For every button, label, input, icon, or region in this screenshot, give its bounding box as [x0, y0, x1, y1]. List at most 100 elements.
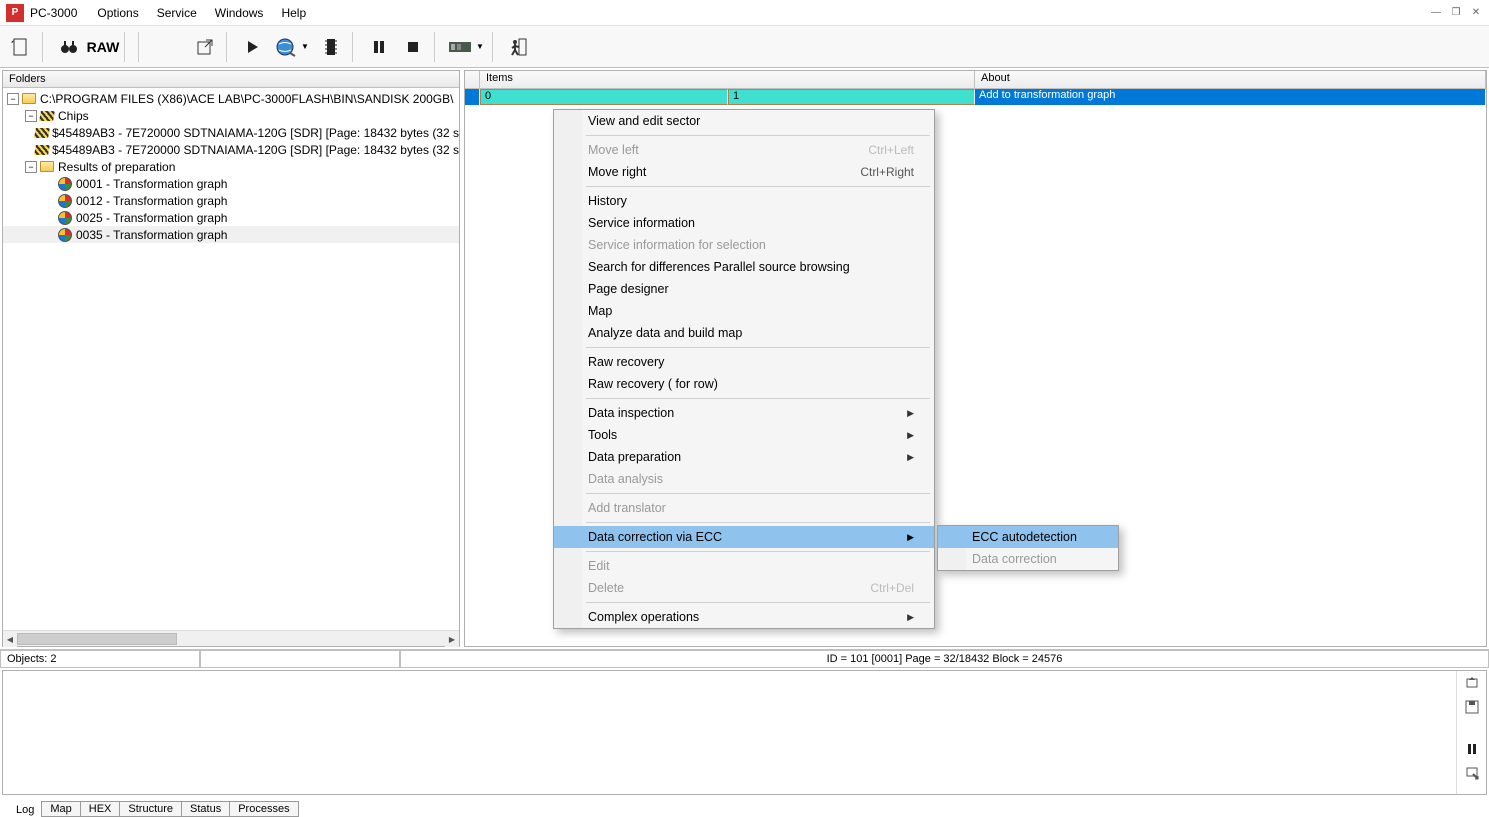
folder-open-icon: [39, 160, 55, 174]
ctx-edit[interactable]: Edit: [554, 555, 934, 577]
folders-header: Folders: [3, 71, 459, 88]
ctx-view-edit-sector[interactable]: View and edit sector: [554, 110, 934, 132]
ctx-map[interactable]: Map: [554, 300, 934, 322]
scroll-end-icon[interactable]: [1461, 763, 1483, 783]
tree-chip-item[interactable]: $45489AB3 - 7E720000 SDTNAIAMA-120G [SDR…: [3, 141, 459, 158]
chip-icon: [35, 143, 49, 157]
tree-chip-label: $45489AB3 - 7E720000 SDTNAIAMA-120G [SDR…: [52, 143, 459, 157]
ctx-data-correction-ecc[interactable]: Data correction via ECC▶: [554, 526, 934, 548]
app-icon: P: [6, 4, 24, 22]
tree-chips-label: Chips: [58, 109, 89, 123]
collapse-icon[interactable]: −: [7, 93, 19, 105]
tree-root[interactable]: − C:\PROGRAM FILES (X86)\ACE LAB\PC-3000…: [3, 90, 459, 107]
tree-result-item[interactable]: 0001 - Transformation graph: [3, 175, 459, 192]
tree-result-label: 0001 - Transformation graph: [76, 177, 227, 191]
ctx-data-preparation[interactable]: Data preparation▶: [554, 446, 934, 468]
row-gutter: [465, 89, 480, 105]
tree-result-label: 0012 - Transformation graph: [76, 194, 227, 208]
close-button[interactable]: ✕: [1467, 7, 1485, 18]
ctx-service-info-sel[interactable]: Service information for selection: [554, 234, 934, 256]
stop-icon[interactable]: [396, 30, 430, 64]
status-objects: Objects: 2: [0, 650, 200, 668]
graph-icon: [57, 194, 73, 208]
ctx-tools[interactable]: Tools▶: [554, 424, 934, 446]
raw-button[interactable]: RAW: [86, 30, 120, 64]
titlebar: P PC-3000 Options Service Windows Help —…: [0, 0, 1489, 26]
row-cell: 0: [480, 89, 728, 105]
pause-icon[interactable]: [362, 30, 396, 64]
copy-up-icon[interactable]: [1461, 673, 1483, 693]
grid-header-items[interactable]: Items: [480, 71, 975, 88]
toolbar: RAW ▼ ▼: [0, 26, 1489, 68]
graph-icon: [57, 228, 73, 242]
ctx-page-designer[interactable]: Page designer: [554, 278, 934, 300]
row-cell: 1: [728, 89, 975, 105]
ctx-complex-operations[interactable]: Complex operations▶: [554, 606, 934, 628]
tree-result-label: 0025 - Transformation graph: [76, 211, 227, 225]
save-icon[interactable]: [1461, 697, 1483, 717]
tree-results-label: Results of preparation: [58, 160, 175, 174]
submenu-ecc: ECC autodetection Data correction: [937, 525, 1119, 571]
bottom-tabs: Log Map HEX Structure Status Processes: [0, 797, 1489, 817]
ctx-move-right[interactable]: Move rightCtrl+Right: [554, 161, 934, 183]
scroll-thumb[interactable]: [17, 633, 177, 645]
tree-result-label: 0035 - Transformation graph: [76, 228, 227, 242]
ctx-data-analysis[interactable]: Data analysis: [554, 468, 934, 490]
folders-tree[interactable]: − C:\PROGRAM FILES (X86)\ACE LAB\PC-3000…: [3, 88, 459, 630]
ctx-raw-recovery-row[interactable]: Raw recovery ( for row): [554, 373, 934, 395]
restore-button[interactable]: ❐: [1447, 7, 1465, 18]
ctx-service-info[interactable]: Service information: [554, 212, 934, 234]
main-menu: Options Service Windows Help: [89, 2, 314, 24]
collapse-icon[interactable]: −: [25, 110, 37, 122]
window-controls: — ❐ ✕: [1427, 7, 1489, 18]
ctx-add-translator[interactable]: Add translator: [554, 497, 934, 519]
sub-data-correction[interactable]: Data correction: [938, 548, 1118, 570]
sub-ecc-autodetection[interactable]: ECC autodetection: [938, 526, 1118, 548]
horizontal-scrollbar[interactable]: ◀ ▶: [3, 630, 459, 646]
log-panel: [2, 670, 1487, 795]
globe-icon[interactable]: ▼: [270, 30, 314, 64]
context-menu: View and edit sector Move leftCtrl+Left …: [553, 109, 935, 629]
tree-result-item[interactable]: 0025 - Transformation graph: [3, 209, 459, 226]
tree-result-item[interactable]: 0012 - Transformation graph: [3, 192, 459, 209]
binoculars-icon[interactable]: [52, 30, 86, 64]
chip-icon[interactable]: [314, 30, 348, 64]
board-icon[interactable]: ▼: [444, 30, 488, 64]
ctx-data-inspection[interactable]: Data inspection▶: [554, 402, 934, 424]
tree-results[interactable]: − Results of preparation: [3, 158, 459, 175]
grid-header-gutter[interactable]: [465, 71, 480, 88]
tree-chip-label: $45489AB3 - 7E720000 SDTNAIAMA-120G [SDR…: [52, 126, 459, 140]
tree-chip-item[interactable]: $45489AB3 - 7E720000 SDTNAIAMA-120G [SDR…: [3, 124, 459, 141]
scroll-right-icon[interactable]: ▶: [445, 631, 459, 647]
script-icon[interactable]: [4, 30, 38, 64]
status-info: ID = 101 [0001] Page = 32/18432 Block = …: [400, 650, 1489, 668]
ctx-search-diff[interactable]: Search for differences Parallel source b…: [554, 256, 934, 278]
log-body[interactable]: [3, 671, 1456, 794]
row-about: Add to transformation graph: [975, 89, 1486, 105]
chip-group-icon: [39, 109, 55, 123]
ctx-analyze-map[interactable]: Analyze data and build map: [554, 322, 934, 344]
exit-icon[interactable]: [502, 30, 536, 64]
menu-service[interactable]: Service: [149, 2, 205, 24]
folder-open-icon: [21, 92, 37, 106]
menu-help[interactable]: Help: [273, 2, 314, 24]
minimize-button[interactable]: —: [1427, 7, 1445, 18]
ctx-move-left[interactable]: Move leftCtrl+Left: [554, 139, 934, 161]
grid-row[interactable]: 0 1 Add to transformation graph: [465, 89, 1486, 105]
ctx-delete[interactable]: DeleteCtrl+Del: [554, 577, 934, 599]
tree-result-item-selected[interactable]: 0035 - Transformation graph: [3, 226, 459, 243]
grid-header-about[interactable]: About: [975, 71, 1486, 88]
statusbar: Objects: 2 ID = 101 [0001] Page = 32/184…: [0, 649, 1489, 668]
status-empty: [200, 650, 400, 668]
pause-log-icon[interactable]: [1461, 739, 1483, 759]
play-icon[interactable]: [236, 30, 270, 64]
export-icon[interactable]: [188, 30, 222, 64]
scroll-left-icon[interactable]: ◀: [3, 631, 17, 647]
menu-windows[interactable]: Windows: [207, 2, 272, 24]
collapse-icon[interactable]: −: [25, 161, 37, 173]
tree-chips[interactable]: − Chips: [3, 107, 459, 124]
ctx-raw-recovery[interactable]: Raw recovery: [554, 351, 934, 373]
menu-options[interactable]: Options: [89, 2, 146, 24]
ctx-history[interactable]: History: [554, 190, 934, 212]
log-side-buttons: [1456, 671, 1486, 794]
